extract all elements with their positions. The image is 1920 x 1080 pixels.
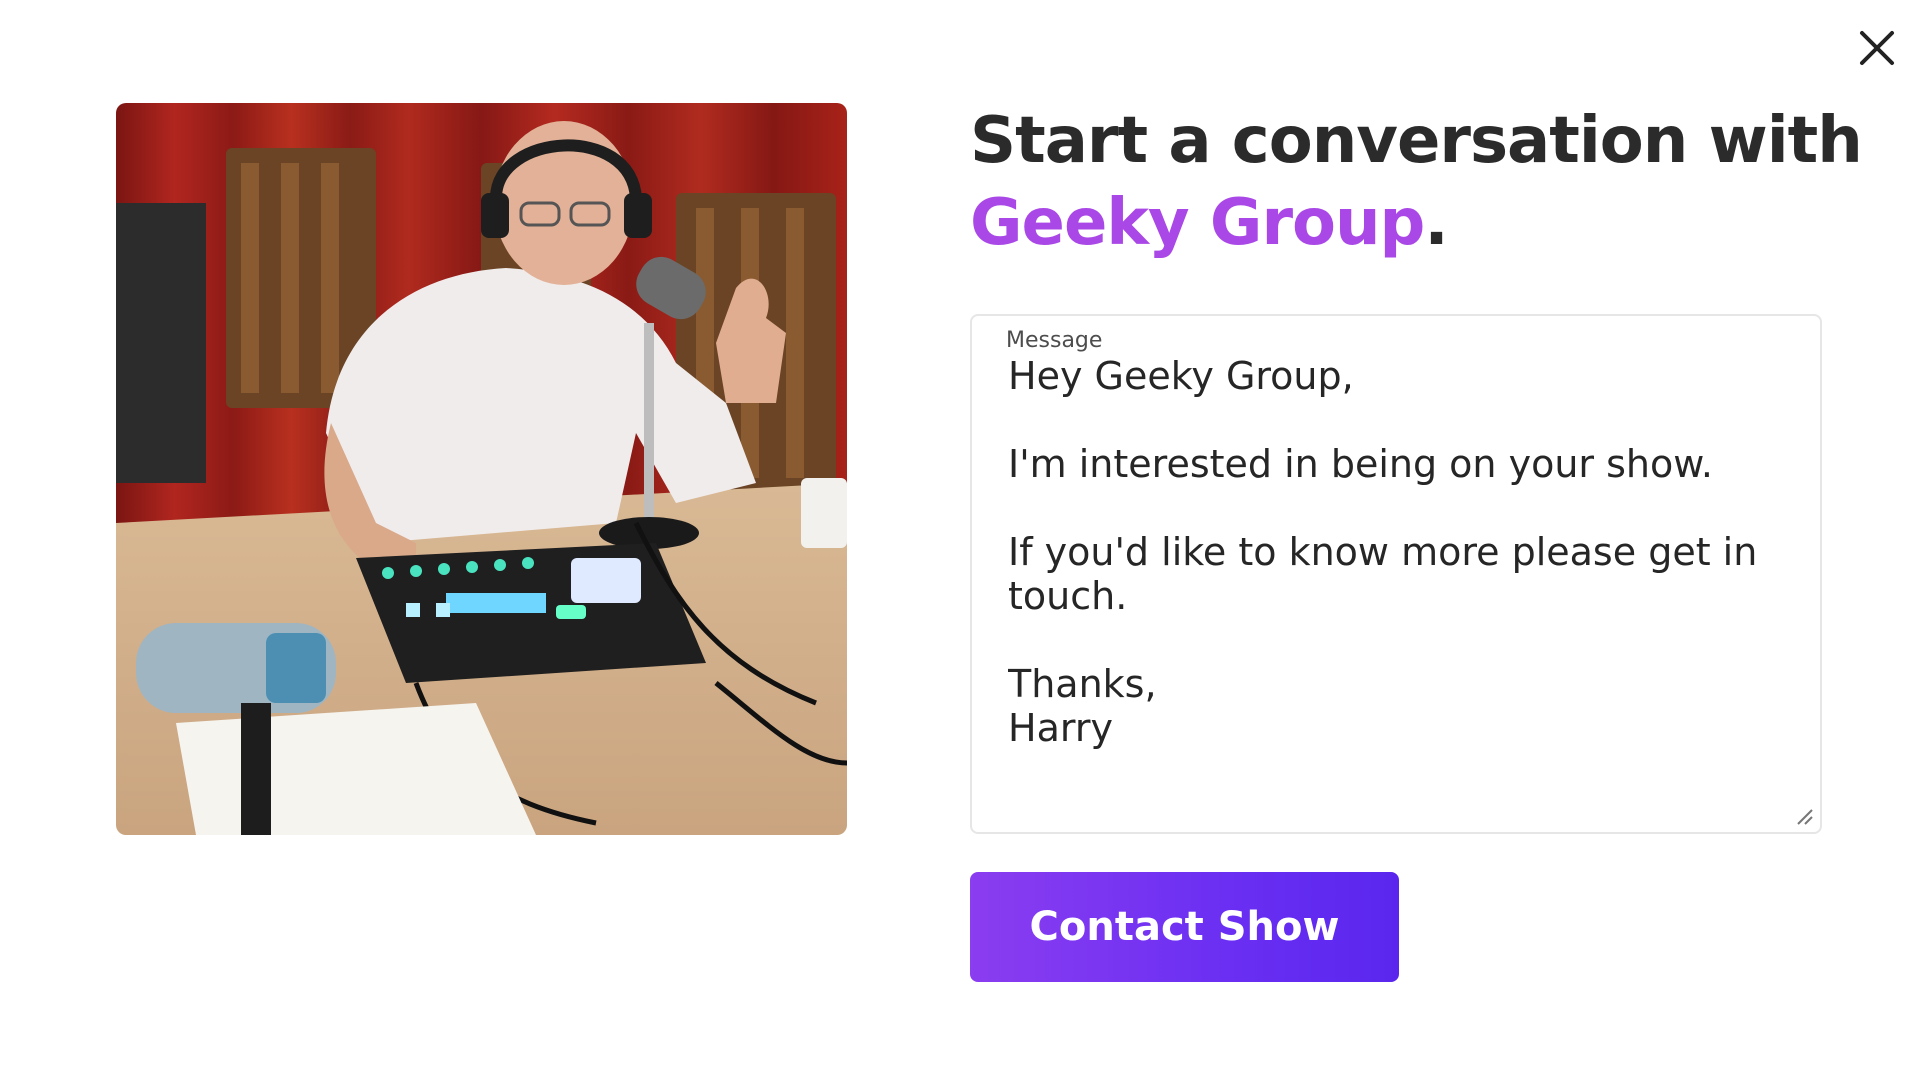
resize-handle-icon[interactable] [1792,804,1814,826]
message-field: Message [970,314,1822,834]
heading-prefix: Start a conversation with [970,104,1863,178]
show-name: Geeky Group [970,186,1425,260]
modal-heading: Start a conversation with Geeky Group. [970,100,1863,264]
heading-suffix: . [1424,186,1448,260]
contact-show-modal: Start a conversation with Geeky Group. Me… [0,0,1920,1080]
contact-form-panel: Start a conversation with Geeky Group. Me… [970,100,1863,982]
close-icon [1860,31,1894,65]
contact-show-button[interactable]: Contact Show [970,872,1399,982]
message-textarea[interactable] [1008,354,1790,812]
message-label: Message [1006,328,1103,353]
close-button[interactable] [1853,24,1901,72]
podcast-host-photo [116,103,847,835]
